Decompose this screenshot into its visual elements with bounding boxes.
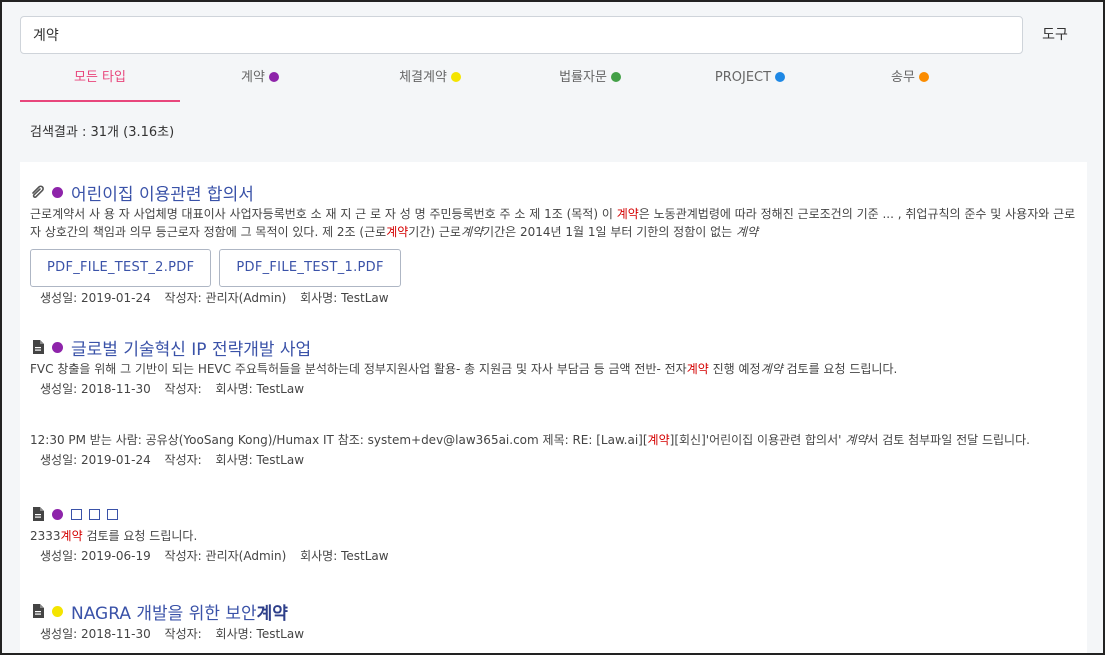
snippet-highlight: 계약 bbox=[647, 433, 670, 447]
snippet-italic: 계약 bbox=[760, 362, 783, 376]
search-bar: 도구 bbox=[20, 16, 1090, 54]
tab-project[interactable]: PROJECT bbox=[680, 62, 820, 102]
snippet-text: 진행 예정 bbox=[708, 362, 761, 376]
missing-glyph-icon bbox=[89, 509, 100, 520]
search-input[interactable] bbox=[20, 16, 1023, 54]
snippet-italic: 계약 bbox=[845, 433, 868, 447]
result-item: 2333계약 검토를 요청 드립니다. 생성일: 2019-06-19 작성자:… bbox=[30, 502, 1080, 564]
snippet-text: 12:30 PM 받는 사람: 공유상(YooSang Kong)/Humax … bbox=[30, 433, 648, 447]
missing-glyph-icon bbox=[107, 509, 118, 520]
type-tabs: 모든 타입 계약 체결계약 법률자문 PROJECT 송무 bbox=[20, 62, 1090, 102]
result-meta: 생성일: 2019-06-19 작성자: 관리자(Admin) 회사명: Tes… bbox=[30, 547, 1080, 564]
result-title[interactable]: 글로벌 기술혁신 IP 전략개발 사업 bbox=[71, 335, 311, 360]
snippet-highlight: 계약 bbox=[686, 362, 709, 376]
snippet-text: ][회신]'어린이집 이용관련 합의서' bbox=[669, 433, 846, 447]
document-icon bbox=[30, 506, 46, 522]
purple-dot-icon bbox=[268, 72, 279, 82]
snippet-text: 서 검토 첨부파일 전달 드립니다. bbox=[867, 433, 1030, 447]
author: 작성자: bbox=[164, 453, 202, 467]
created-date: 생성일: 2019-06-19 bbox=[40, 549, 151, 563]
snippet-highlight: 계약 bbox=[616, 207, 639, 221]
snippet-text: 검토를 요청 드립니다. bbox=[782, 362, 898, 376]
author: 작성자: bbox=[164, 627, 202, 641]
tab-label: 체결계약 bbox=[399, 70, 447, 85]
tab-all-types[interactable]: 모든 타입 bbox=[20, 62, 180, 102]
tab-label: 송무 bbox=[891, 70, 915, 85]
snippet-highlight: 계약 bbox=[60, 529, 83, 543]
document-icon bbox=[30, 603, 46, 619]
blue-dot-icon bbox=[775, 72, 786, 82]
attachment-button[interactable]: PDF_FILE_TEST_1.PDF bbox=[219, 249, 401, 287]
company: 회사명: TestLaw bbox=[215, 453, 305, 467]
created-date: 생성일: 2018-11-30 bbox=[40, 627, 151, 641]
snippet-text: 기간) 근로 bbox=[408, 225, 461, 239]
company: 회사명: TestLaw bbox=[215, 382, 305, 396]
results-panel: 어린이집 이용관련 합의서 근로계약서 사 용 자 사업체명 대표이사 사업자등… bbox=[20, 162, 1087, 653]
snippet-text: 기간은 2014년 1월 1일 부터 기한의 정함이 없는 bbox=[483, 225, 737, 239]
attachment-button[interactable]: PDF_FILE_TEST_2.PDF bbox=[30, 249, 212, 287]
purple-dot-icon bbox=[52, 186, 63, 198]
snippet-text: 근로계약서 사 용 자 사업체명 대표이사 사업자등록번호 소 재 지 근 로 … bbox=[30, 207, 617, 221]
green-dot-icon bbox=[610, 72, 621, 82]
author: 작성자: bbox=[164, 382, 202, 396]
created-date: 생성일: 2019-01-24 bbox=[40, 291, 151, 305]
snippet-italic: 계약 bbox=[460, 225, 484, 239]
author: 작성자: 관리자(Admin) bbox=[164, 291, 287, 305]
result-meta: 생성일: 2019-01-24 작성자: 관리자(Admin) 회사명: Tes… bbox=[30, 289, 1080, 306]
result-count: 검색결과 : 31개 (3.16초) bbox=[30, 125, 175, 140]
author: 작성자: 관리자(Admin) bbox=[164, 549, 287, 563]
tab-label: 계약 bbox=[241, 70, 265, 85]
missing-glyph-icon bbox=[71, 509, 82, 520]
snippet-highlight: 계약 bbox=[386, 225, 409, 239]
snippet-text: 2333 bbox=[30, 529, 61, 543]
company: 회사명: TestLaw bbox=[300, 549, 389, 563]
tab-signed-contract[interactable]: 체결계약 bbox=[360, 62, 500, 102]
paperclip-icon bbox=[30, 184, 46, 200]
yellow-dot-icon bbox=[52, 605, 63, 617]
result-snippet: 2333계약 검토를 요청 드립니다. bbox=[30, 527, 1080, 545]
tab-label: PROJECT bbox=[714, 70, 772, 85]
tab-legal-advice[interactable]: 법률자문 bbox=[520, 62, 660, 102]
result-snippet: 12:30 PM 받는 사람: 공유상(YooSang Kong)/Humax … bbox=[30, 431, 1080, 449]
created-date: 생성일: 2018-11-30 bbox=[40, 382, 151, 396]
purple-dot-icon bbox=[52, 508, 63, 520]
document-icon bbox=[30, 339, 46, 355]
orange-dot-icon bbox=[918, 72, 929, 82]
result-meta: 생성일: 2019-01-24 작성자: 회사명: TestLaw bbox=[30, 451, 1080, 468]
created-date: 생성일: 2019-01-24 bbox=[40, 453, 151, 467]
tab-litigation[interactable]: 송무 bbox=[850, 62, 970, 102]
result-meta: 생성일: 2018-11-30 작성자: 회사명: TestLaw bbox=[30, 380, 1080, 397]
snippet-italic: 계약 bbox=[736, 225, 759, 239]
tab-contract[interactable]: 계약 bbox=[200, 62, 320, 102]
title-text: NAGRA 개발을 위한 보안 bbox=[71, 603, 257, 624]
yellow-dot-icon bbox=[450, 72, 461, 82]
result-item: NAGRA 개발을 위한 보안계약 생성일: 2018-11-30 작성자: 회… bbox=[30, 599, 1080, 642]
attachment-list: PDF_FILE_TEST_2.PDF PDF_FILE_TEST_1.PDF bbox=[30, 249, 1080, 287]
title-highlight: 계약 bbox=[256, 603, 288, 624]
company: 회사명: TestLaw bbox=[215, 627, 305, 641]
snippet-text: FVC 창출을 위해 그 기반이 되는 HEVC 주요특허들을 분석하는데 정부… bbox=[30, 362, 687, 376]
tab-label: 법률자문 bbox=[559, 70, 607, 85]
snippet-text: 검토를 요청 드립니다. bbox=[82, 529, 198, 543]
result-item: 12:30 PM 받는 사람: 공유상(YooSang Kong)/Humax … bbox=[30, 430, 1080, 468]
result-title[interactable] bbox=[71, 504, 125, 524]
company: 회사명: TestLaw bbox=[300, 291, 389, 305]
result-item: 어린이집 이용관련 합의서 근로계약서 사 용 자 사업체명 대표이사 사업자등… bbox=[30, 180, 1080, 306]
result-title[interactable]: NAGRA 개발을 위한 보안계약 bbox=[71, 599, 288, 624]
purple-dot-icon bbox=[52, 341, 63, 353]
result-snippet: 근로계약서 사 용 자 사업체명 대표이사 사업자등록번호 소 재 지 근 로 … bbox=[30, 205, 1080, 241]
app-frame: 도구 모든 타입 계약 체결계약 법률자문 PROJECT 송무 검색결과 : … bbox=[0, 0, 1105, 655]
result-title[interactable]: 어린이집 이용관련 합의서 bbox=[71, 180, 254, 205]
result-item: 글로벌 기술혁신 IP 전략개발 사업 FVC 창출을 위해 그 기반이 되는 … bbox=[30, 335, 1080, 397]
tab-label: 모든 타입 bbox=[74, 70, 126, 85]
result-meta: 생성일: 2018-11-30 작성자: 회사명: TestLaw bbox=[30, 625, 1080, 642]
tools-button[interactable]: 도구 bbox=[1032, 22, 1078, 48]
result-snippet: FVC 창출을 위해 그 기반이 되는 HEVC 주요특허들을 분석하는데 정부… bbox=[30, 360, 1080, 378]
